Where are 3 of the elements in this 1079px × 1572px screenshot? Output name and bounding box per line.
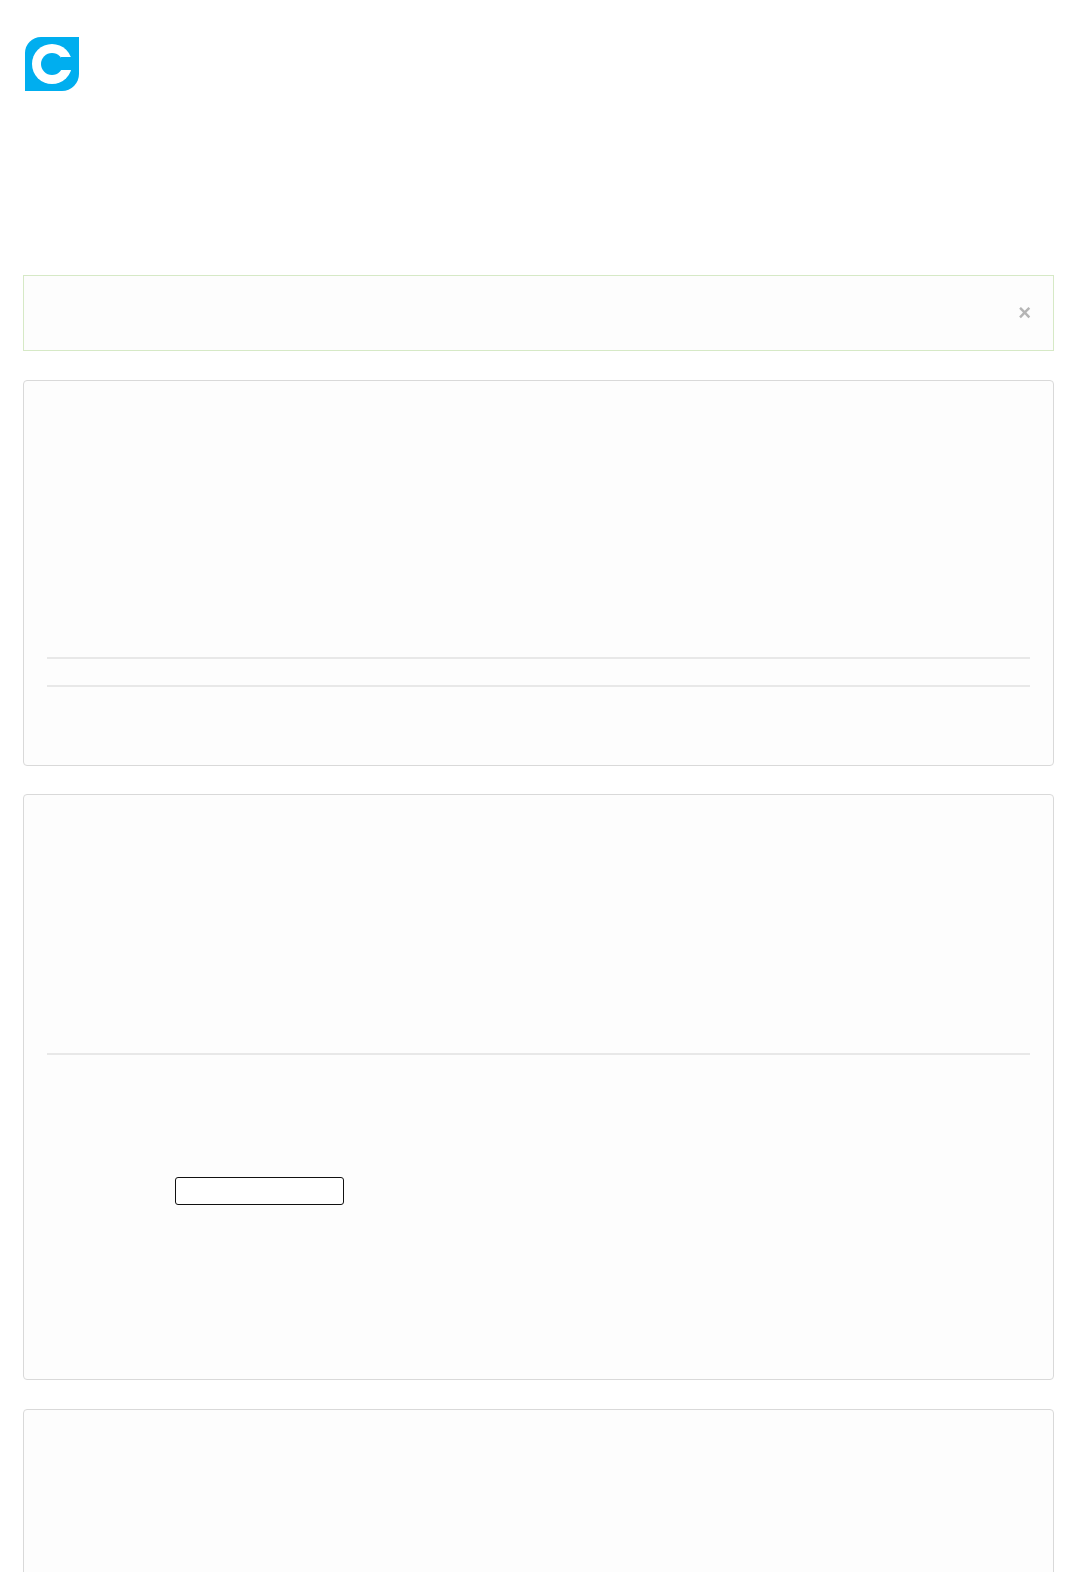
input-field[interactable] <box>175 1177 344 1205</box>
logo-icon <box>25 37 79 91</box>
close-button[interactable]: × <box>1018 302 1031 324</box>
